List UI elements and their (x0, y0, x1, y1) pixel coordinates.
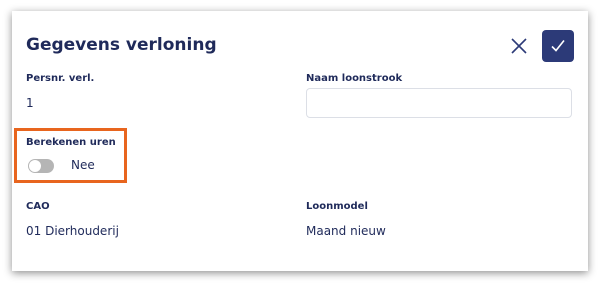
naam-loonstrook-input[interactable] (306, 88, 572, 118)
berekenen-uren-label: Berekenen uren (26, 137, 116, 148)
loonmodel-label: Loonmodel (306, 201, 368, 212)
berekenen-uren-toggle[interactable] (28, 159, 54, 173)
naam-loonstrook-label: Naam loonstrook (306, 73, 403, 84)
cao-label: CAO (26, 201, 50, 212)
loonmodel-value: Maand nieuw (306, 224, 386, 238)
close-button[interactable] (508, 35, 530, 57)
cao-value: 01 Dierhouderij (26, 224, 119, 238)
close-icon (511, 38, 527, 54)
check-icon (551, 40, 565, 52)
confirm-button[interactable] (542, 30, 574, 62)
berekenen-uren-toggle-text: Nee (71, 158, 95, 172)
persnr-label: Persnr. verl. (26, 73, 95, 84)
toggle-knob (29, 160, 41, 172)
persnr-value: 1 (26, 96, 34, 110)
dialog-title: Gegevens verloning (26, 35, 217, 55)
gegevens-verloning-dialog: Gegevens verloning Persnr. verl. 1 Naam … (12, 11, 588, 271)
